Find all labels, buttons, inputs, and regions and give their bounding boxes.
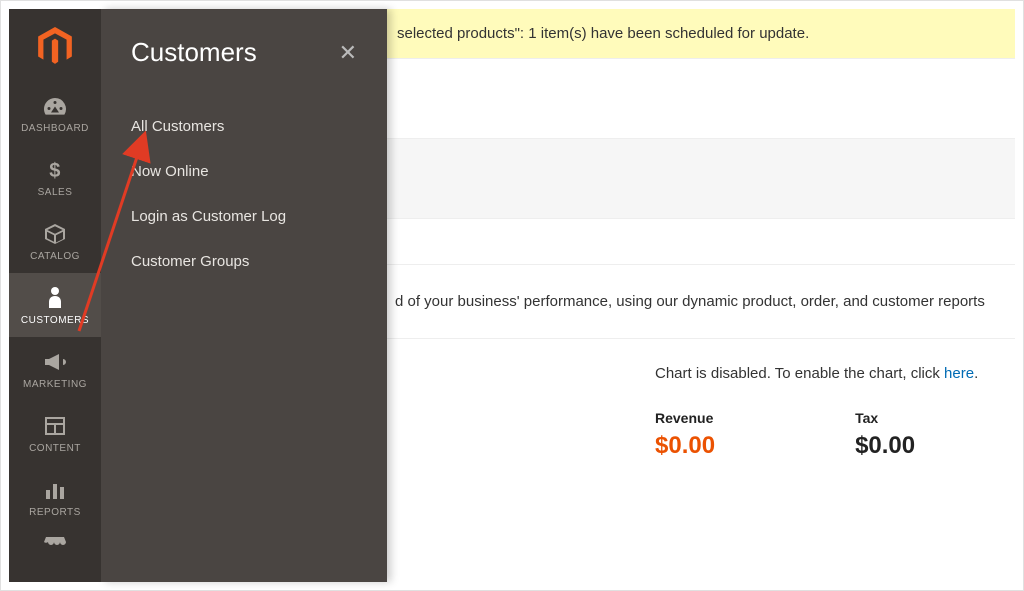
magento-logo <box>35 27 75 67</box>
nav-dashboard[interactable]: DASHBOARD <box>9 81 101 145</box>
enable-chart-link[interactable]: here <box>944 365 974 382</box>
nav-stores-partial[interactable] <box>9 529 101 559</box>
megaphone-icon <box>43 349 67 375</box>
chart-notice-suffix: . <box>974 365 978 382</box>
stat-revenue: Revenue $0.00 <box>655 410 715 460</box>
nav-label: CATALOG <box>30 251 80 262</box>
customers-submenu: Customers ✕ All Customers Now Online Log… <box>101 9 387 582</box>
stat-label: Revenue <box>655 410 715 426</box>
nav-marketing[interactable]: MARKETING <box>9 337 101 401</box>
stat-label: Tax <box>855 410 915 426</box>
submenu-now-online[interactable]: Now Online <box>131 163 357 180</box>
stat-value: $0.00 <box>655 432 715 460</box>
stat-tax: Tax $0.00 <box>855 410 915 460</box>
nav-label: CONTENT <box>29 443 81 454</box>
layout-icon <box>44 413 66 439</box>
dollar-icon: $ <box>48 157 62 183</box>
chart-disabled-notice: Chart is disabled. To enable the chart, … <box>647 339 1015 392</box>
svg-text:$: $ <box>49 160 61 181</box>
admin-sidebar: DASHBOARD $ SALES CATALOG CUSTOMERS MARK… <box>9 9 101 582</box>
storefront-icon <box>43 533 67 555</box>
nav-content[interactable]: CONTENT <box>9 401 101 465</box>
message-text: selected products": 1 item(s) have been … <box>397 25 809 42</box>
system-message: selected products": 1 item(s) have been … <box>387 9 1015 59</box>
nav-label: REPORTS <box>29 507 81 518</box>
nav-catalog[interactable]: CATALOG <box>9 209 101 273</box>
nav-customers[interactable]: CUSTOMERS <box>9 273 101 337</box>
main-content: selected products": 1 item(s) have been … <box>387 9 1015 582</box>
performance-snippet: d of your business' performance, using o… <box>395 293 985 310</box>
gauge-icon <box>42 93 68 119</box>
nav-reports[interactable]: REPORTS <box>9 465 101 529</box>
nav-label: MARKETING <box>23 379 87 390</box>
box-icon <box>44 221 66 247</box>
stat-value: $0.00 <box>855 432 915 460</box>
submenu-all-customers[interactable]: All Customers <box>131 118 357 135</box>
submenu-title: Customers <box>131 37 257 68</box>
person-icon <box>47 285 63 311</box>
submenu-login-as-customer-log[interactable]: Login as Customer Log <box>131 208 357 225</box>
nav-label: SALES <box>38 187 73 198</box>
chart-notice-prefix: Chart is disabled. To enable the chart, … <box>655 365 944 382</box>
nav-sales[interactable]: $ SALES <box>9 145 101 209</box>
nav-label: CUSTOMERS <box>21 315 89 326</box>
close-icon[interactable]: ✕ <box>339 40 357 66</box>
submenu-customer-groups[interactable]: Customer Groups <box>131 253 357 270</box>
bar-chart-icon <box>45 477 65 503</box>
nav-label: DASHBOARD <box>21 123 89 134</box>
